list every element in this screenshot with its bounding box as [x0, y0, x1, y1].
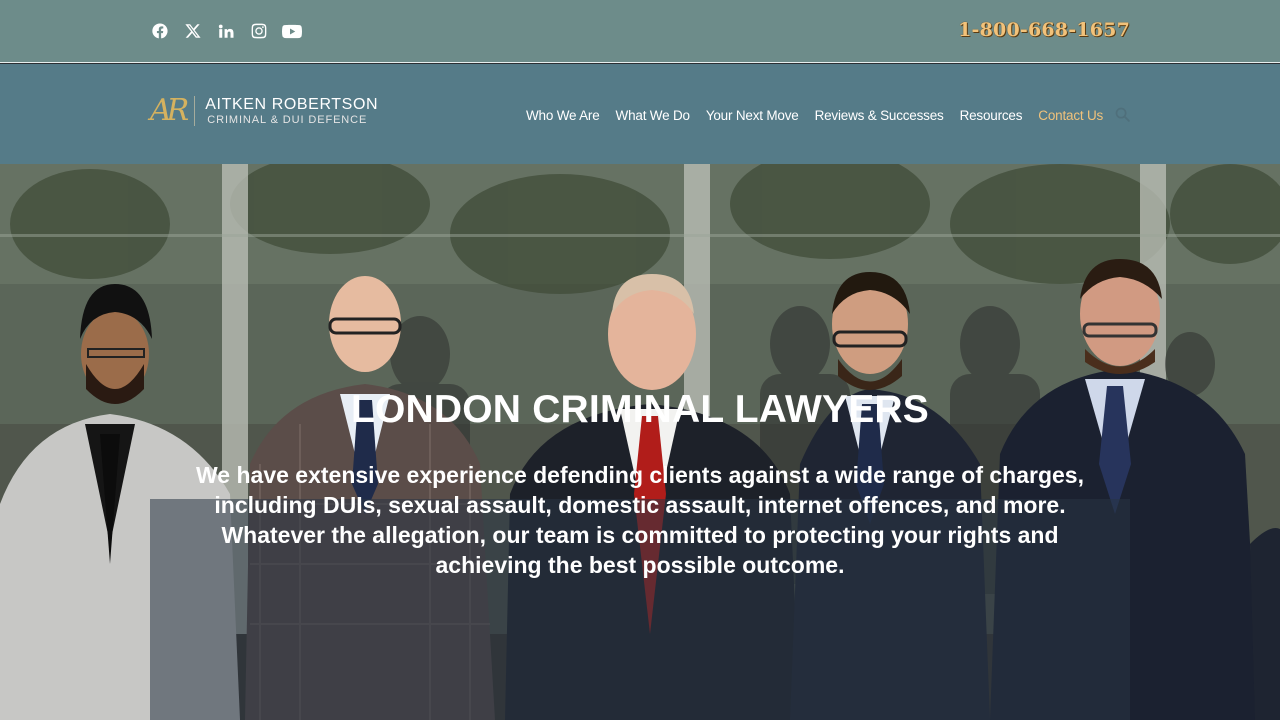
- nav-who-we-are[interactable]: Who We Are: [526, 108, 600, 123]
- hero-description: We have extensive experience defending c…: [196, 462, 1084, 578]
- nav-reviews-successes[interactable]: Reviews & Successes: [815, 108, 944, 123]
- youtube-icon[interactable]: [282, 21, 302, 41]
- logo-mark: AR: [150, 93, 189, 128]
- instagram-icon[interactable]: [249, 21, 269, 41]
- search-icon[interactable]: [1114, 106, 1132, 124]
- x-icon[interactable]: [183, 21, 203, 41]
- logo-name: AITKEN ROBERTSON: [205, 95, 379, 113]
- logo-divider: [194, 96, 196, 126]
- social-links: [150, 21, 302, 41]
- site-logo[interactable]: AR AITKEN ROBERTSON CRIMINAL & DUI DEFEN…: [150, 94, 378, 128]
- top-bar: 1-800-668-1657: [0, 0, 1280, 63]
- linkedin-icon[interactable]: [216, 21, 236, 41]
- main-navbar: AR AITKEN ROBERTSON CRIMINAL & DUI DEFEN…: [0, 64, 1280, 164]
- phone-number[interactable]: 1-800-668-1657: [958, 19, 1130, 41]
- nav-resources[interactable]: Resources: [960, 108, 1023, 123]
- logo-text: AITKEN ROBERTSON CRIMINAL & DUI DEFENCE: [205, 96, 378, 127]
- hero-section: [0, 164, 1280, 720]
- logo-tagline: CRIMINAL & DUI DEFENCE: [207, 113, 368, 126]
- nav-what-we-do[interactable]: What We Do: [616, 108, 690, 123]
- primary-nav: Who We Are What We Do Your Next Move Rev…: [526, 108, 1103, 123]
- nav-contact-us[interactable]: Contact Us: [1038, 108, 1103, 123]
- facebook-icon[interactable]: [150, 21, 170, 41]
- hero-title: LONDON CRIMINAL LAWYERS: [350, 388, 930, 431]
- nav-your-next-move[interactable]: Your Next Move: [706, 108, 799, 123]
